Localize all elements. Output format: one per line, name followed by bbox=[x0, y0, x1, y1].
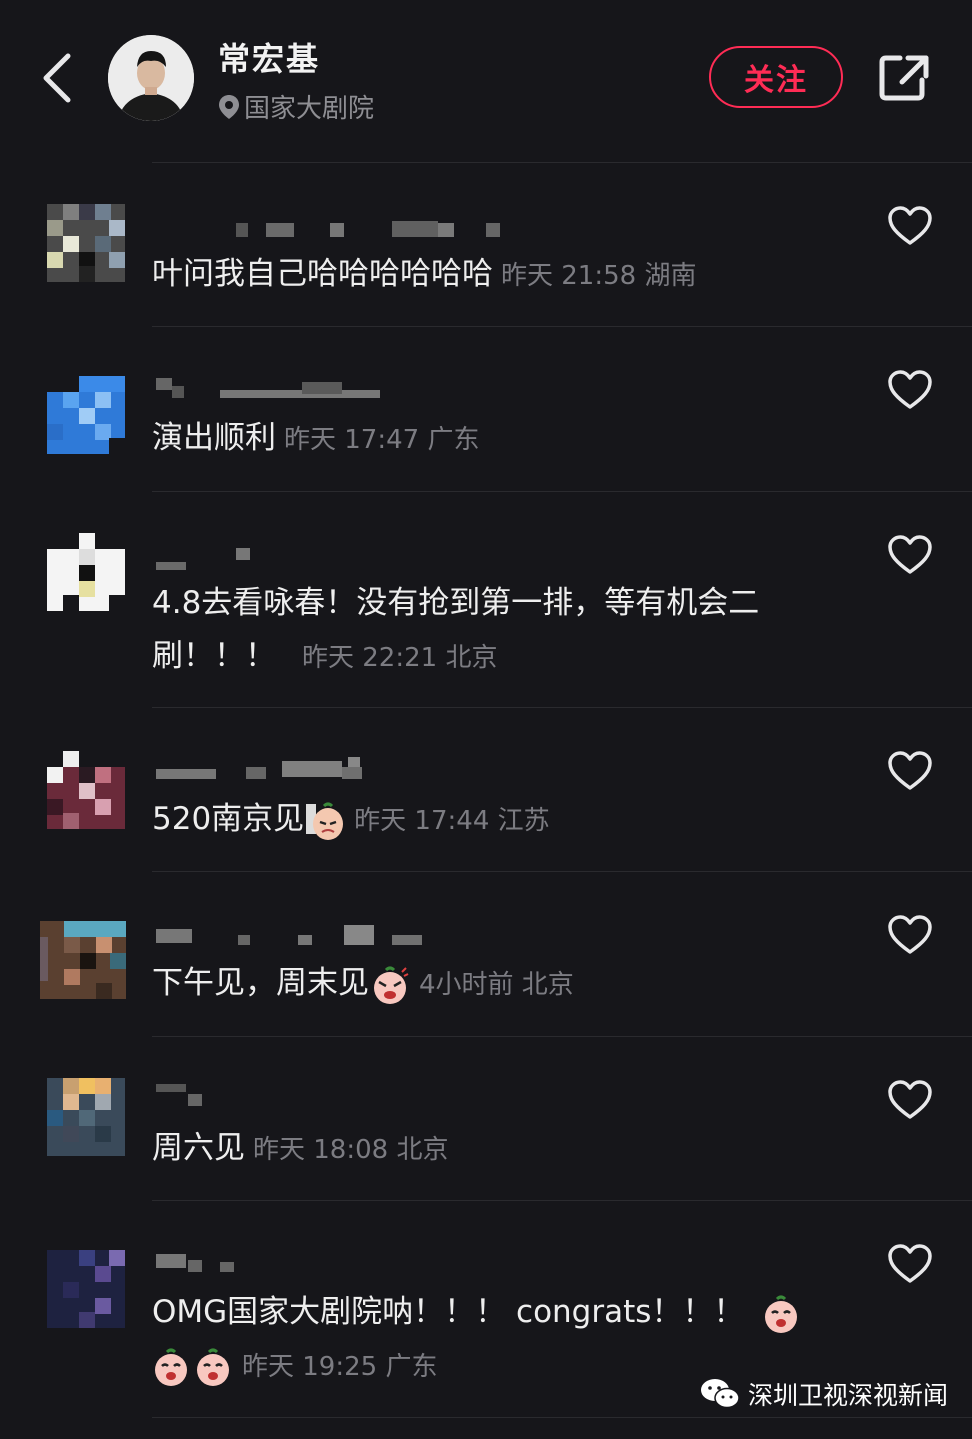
location-row[interactable]: 国家大剧院 bbox=[218, 88, 374, 125]
comment-divider bbox=[152, 707, 972, 708]
like-heart-icon[interactable] bbox=[888, 1244, 932, 1284]
commenter-avatar-blurred[interactable] bbox=[47, 204, 125, 282]
commenter-username-blurred[interactable] bbox=[152, 548, 512, 570]
peach-cry-emoji-icon bbox=[155, 1348, 187, 1386]
comment-divider bbox=[152, 326, 972, 327]
commenter-username-blurred[interactable] bbox=[152, 219, 512, 241]
commenter-avatar-blurred[interactable] bbox=[47, 376, 125, 454]
like-heart-icon[interactable] bbox=[888, 751, 932, 791]
author-name[interactable]: 常宏基 bbox=[218, 34, 320, 80]
like-heart-icon[interactable] bbox=[888, 915, 932, 955]
comment-text: 520南京见 bbox=[152, 801, 305, 837]
comment-item: 周六见 昨天 18:08 北京 bbox=[0, 1038, 972, 1200]
peach-angry-emoji-icon bbox=[374, 966, 409, 1004]
wechat-icon bbox=[701, 1379, 740, 1409]
commenter-username-blurred[interactable] bbox=[152, 1250, 512, 1272]
comment-meta: 昨天 17:47 广东 bbox=[284, 425, 480, 455]
author-avatar[interactable] bbox=[108, 35, 194, 121]
comment-meta: 昨天 19:25 广东 bbox=[242, 1352, 438, 1382]
like-heart-icon[interactable] bbox=[888, 370, 932, 410]
commenter-username-blurred[interactable] bbox=[152, 757, 512, 779]
commenter-avatar-blurred[interactable] bbox=[47, 751, 125, 829]
like-heart-icon[interactable] bbox=[888, 1080, 932, 1120]
header: 常宏基 国家大剧院 关注 bbox=[0, 0, 972, 162]
comment-text: 下午见，周末见 bbox=[152, 965, 369, 1001]
commenter-avatar-blurred[interactable] bbox=[47, 533, 125, 611]
peach-cry-emoji-icon bbox=[765, 1295, 798, 1333]
comment-meta: 昨天 22:21 北京 bbox=[302, 643, 498, 673]
comment-text: OMG国家大剧院呐！！！ congrats！！！ bbox=[152, 1294, 745, 1330]
comment-text: 周六见 bbox=[152, 1130, 245, 1166]
commenter-username-blurred[interactable] bbox=[152, 925, 512, 947]
comment-meta: 昨天 21:58 湖南 bbox=[501, 261, 697, 291]
comment-divider bbox=[152, 871, 972, 872]
comment-divider bbox=[152, 1200, 972, 1201]
comment-text: 演出顺利 bbox=[152, 420, 276, 456]
comment-content: 叶问我自己哈哈哈哈哈哈 昨天 21:58 湖南 bbox=[152, 248, 832, 303]
author-photo bbox=[108, 35, 194, 121]
comment-text: 叶问我自己哈哈哈哈哈哈 bbox=[152, 256, 493, 292]
follow-button[interactable]: 关注 bbox=[709, 46, 843, 108]
comment-item: 叶问我自己哈哈哈哈哈哈 昨天 21:58 湖南 bbox=[0, 164, 972, 326]
commenter-avatar-blurred[interactable] bbox=[47, 1250, 125, 1328]
commenter-avatar-blurred[interactable] bbox=[47, 1078, 125, 1156]
peach-sly-emoji-icon bbox=[306, 802, 344, 840]
comment-item: 4.8去看咏春！没有抢到第一排，等有机会二刷！！！ 昨天 22:21 北京 bbox=[0, 493, 972, 707]
location-pin-icon bbox=[219, 94, 239, 119]
comment-meta: 昨天 18:08 北京 bbox=[253, 1135, 449, 1165]
comment-content: 演出顺利 昨天 17:47 广东 bbox=[152, 412, 832, 467]
comment-meta: 昨天 17:44 江苏 bbox=[354, 806, 550, 836]
back-arrow-icon[interactable] bbox=[40, 50, 80, 106]
comment-item: 520南京见 昨天 17:44 江苏 bbox=[0, 709, 972, 871]
comment-content: 4.8去看咏春！没有抢到第一排，等有机会二刷！！！ 昨天 22:21 北京 bbox=[152, 577, 812, 685]
comment-divider bbox=[152, 1417, 972, 1418]
comment-content: 下午见，周末见 4小时前 北京 bbox=[152, 957, 832, 1012]
comment-divider bbox=[152, 491, 972, 492]
watermark: 深圳卫视深视新闻 bbox=[700, 1376, 948, 1412]
like-heart-icon[interactable] bbox=[888, 206, 932, 246]
commenter-avatar-blurred[interactable] bbox=[40, 921, 126, 999]
commenter-username-blurred[interactable] bbox=[152, 378, 512, 400]
share-icon[interactable] bbox=[876, 52, 932, 104]
comment-meta: 4小时前 北京 bbox=[419, 970, 574, 1000]
comment-item: 下午见，周末见 4小时前 北京 bbox=[0, 873, 972, 1036]
peach-cry-emoji-icon bbox=[197, 1348, 229, 1386]
comment-content: 周六见 昨天 18:08 北京 bbox=[152, 1122, 832, 1177]
comment-item: 演出顺利 昨天 17:47 广东 bbox=[0, 328, 972, 491]
watermark-text: 深圳卫视深视新闻 bbox=[748, 1381, 949, 1410]
header-divider bbox=[152, 162, 972, 163]
comment-content: 520南京见 昨天 17:44 江苏 bbox=[152, 793, 832, 848]
comment-divider bbox=[152, 1036, 972, 1037]
like-heart-icon[interactable] bbox=[888, 535, 932, 575]
location-label: 国家大剧院 bbox=[244, 94, 375, 124]
commenter-username-blurred[interactable] bbox=[152, 1084, 512, 1106]
